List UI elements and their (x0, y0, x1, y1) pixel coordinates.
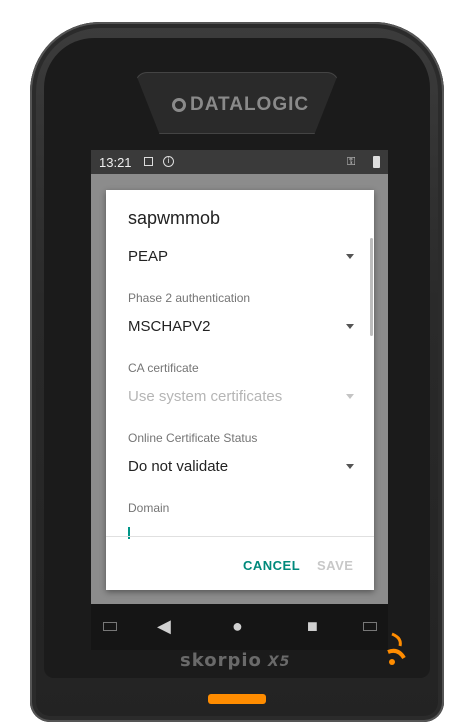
keyboard-icon[interactable] (103, 622, 117, 631)
dialog-title: sapwmmob (128, 208, 221, 228)
phase2-select[interactable]: MSCHAPV2 (128, 318, 354, 342)
back-icon[interactable]: ◀ (157, 616, 171, 637)
model-label: skorpio X5 (180, 650, 290, 671)
model-suffix: X5 (267, 654, 291, 670)
dropdown-arrow-icon (346, 324, 354, 329)
ca-certificate-select: Use system certificates (128, 388, 354, 412)
navigation-bar: ◀ ● ■ (91, 604, 388, 650)
model-name: skorpio (180, 650, 262, 671)
dialog-scrollbar[interactable] (370, 238, 373, 336)
eap-method-select[interactable]: PEAP (128, 248, 354, 272)
ca-certificate-value: Use system certificates (128, 388, 283, 405)
scan-trigger-button[interactable] (208, 694, 266, 704)
status-bar: 13:21 i ⚿ (91, 150, 388, 174)
ocsp-value: Do not validate (128, 458, 229, 475)
datalogic-logo-icon (172, 98, 186, 112)
wifi-config-dialog: sapwmmob PEAP Phase 2 authentication MSC… (106, 190, 374, 590)
home-icon[interactable]: ● (232, 616, 243, 637)
recents-icon[interactable]: ■ (307, 616, 318, 637)
ocsp-label: Online Certificate Status (128, 431, 258, 445)
cancel-button[interactable]: CANCEL (243, 558, 300, 573)
info-icon: i (163, 156, 174, 167)
screen: 13:21 i ⚿ sapwmmob PEAP Phase 2 authenti… (91, 150, 388, 604)
notification-icon (144, 157, 153, 166)
eap-method-value: PEAP (128, 248, 169, 265)
dropdown-arrow-icon (346, 254, 354, 259)
text-cursor (128, 527, 130, 539)
phase2-label: Phase 2 authentication (128, 291, 251, 305)
brand-logo: DATALOGIC (172, 92, 332, 118)
phase2-value: MSCHAPV2 (128, 318, 211, 335)
wifi-icon: ⚿ (347, 156, 356, 168)
dropdown-arrow-icon (346, 394, 354, 399)
brand-name: DATALOGIC (190, 94, 310, 115)
keyboard-icon[interactable] (363, 622, 377, 631)
domain-label: Domain (128, 501, 170, 515)
status-time: 13:21 (99, 155, 132, 170)
save-button[interactable]: SAVE (317, 558, 353, 573)
dialog-divider (106, 536, 374, 537)
dropdown-arrow-icon (346, 464, 354, 469)
ca-certificate-label: CA certificate (128, 361, 199, 375)
scanner-logo-icon (387, 632, 406, 665)
ocsp-select[interactable]: Do not validate (128, 458, 354, 482)
battery-icon (373, 156, 380, 168)
